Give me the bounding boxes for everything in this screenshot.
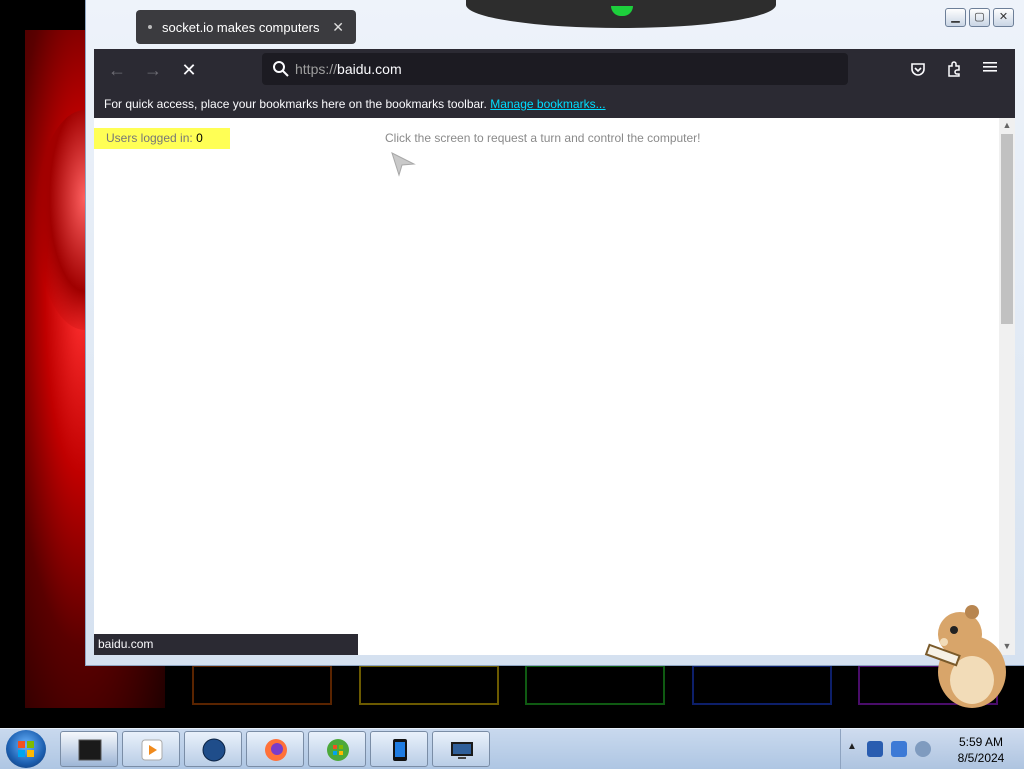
minimize-button[interactable]: ▁	[945, 8, 966, 27]
display-icon[interactable]	[891, 741, 907, 757]
clock-date: 8/5/2024	[957, 751, 1005, 765]
tab-loading-icon	[148, 25, 152, 29]
address-bar[interactable]: https://baidu.com	[262, 53, 848, 85]
monitor-icon	[451, 742, 473, 759]
bookmarks-message: For quick access, place your bookmarks h…	[104, 97, 487, 111]
taskbar-windows-explorer[interactable]	[308, 731, 366, 767]
scroll-up-icon[interactable]: ▲	[999, 118, 1015, 132]
pocket-icon[interactable]	[908, 60, 928, 80]
phone-icon	[393, 739, 407, 761]
users-label: Users logged in:	[106, 131, 193, 145]
manage-bookmarks-link[interactable]: Manage bookmarks...	[490, 97, 605, 111]
search-icon	[273, 61, 289, 77]
taskbar-firefox[interactable]	[246, 731, 304, 767]
url-text: https://baidu.com	[295, 61, 402, 77]
scrollbar-thumb[interactable]	[1001, 134, 1013, 324]
windows-orb-icon	[327, 739, 349, 761]
users-logged-in-badge: Users logged in: 0	[94, 128, 230, 149]
tab-close-icon[interactable]: ✕	[332, 19, 344, 36]
window-decoration	[466, 0, 776, 28]
window-controls: ▁ ▢ ✕	[945, 8, 1014, 27]
extensions-icon[interactable]	[944, 60, 964, 80]
taskbar-monitor-app[interactable]	[432, 731, 490, 767]
taskbar-globe-app[interactable]	[184, 731, 242, 767]
wallpaper-panel-red	[192, 665, 332, 705]
users-count: 0	[196, 131, 203, 145]
remote-cursor-icon	[391, 152, 416, 177]
windows-logo-icon	[18, 741, 34, 757]
media-player-icon	[141, 739, 163, 761]
back-button[interactable]: ←	[106, 59, 128, 81]
page-scrollbar[interactable]: ▲ ▼	[999, 118, 1015, 655]
forward-button[interactable]: →	[142, 59, 164, 81]
close-window-button[interactable]: ✕	[993, 8, 1014, 27]
page-content[interactable]: Users logged in: 0 Click the screen to r…	[94, 118, 999, 655]
start-button[interactable]	[6, 730, 46, 768]
network-icon[interactable]	[867, 741, 883, 757]
clock[interactable]: 5:59 AM 8/5/2024	[941, 734, 1021, 766]
nav-toolbar: ← → ✕ https://baidu.com	[94, 49, 1015, 91]
globe-icon	[202, 738, 226, 762]
tab-title: socket.io makes computers	[162, 19, 320, 35]
wallpaper-panel-blue	[692, 665, 832, 705]
clock-time: 5:59 AM	[958, 735, 1004, 749]
bookmarks-toolbar: For quick access, place your bookmarks h…	[94, 91, 1015, 118]
maximize-button[interactable]: ▢	[969, 8, 990, 27]
stop-loading-button[interactable]: ✕	[178, 59, 200, 81]
wallpaper-panel-green	[525, 665, 665, 705]
menu-icon[interactable]	[980, 60, 1000, 80]
control-hint: Click the screen to request a turn and c…	[385, 131, 701, 145]
wallpaper-panel-yellow	[359, 665, 499, 705]
taskbar-media-player[interactable]	[122, 731, 180, 767]
browser-tab[interactable]: socket.io makes computers ✕	[136, 10, 356, 44]
volume-icon[interactable]	[915, 741, 931, 757]
tray-expand-icon[interactable]: ▲	[847, 741, 857, 752]
system-tray: ▲ 5:59 AM 8/5/2024	[840, 729, 1024, 769]
taskbar: ▲ 5:59 AM 8/5/2024	[0, 728, 1024, 769]
status-bar-url: baidu.com	[94, 634, 358, 655]
taskbar-terminal-app[interactable]	[60, 731, 118, 767]
taskbar-phone-app[interactable]	[370, 731, 428, 767]
firefox-icon	[265, 739, 287, 761]
browser-window: ▁ ▢ ✕ socket.io makes computers ✕ ← → ✕ …	[86, 0, 1024, 665]
hamster-mascot-icon	[924, 605, 1006, 708]
terminal-icon	[78, 739, 102, 761]
